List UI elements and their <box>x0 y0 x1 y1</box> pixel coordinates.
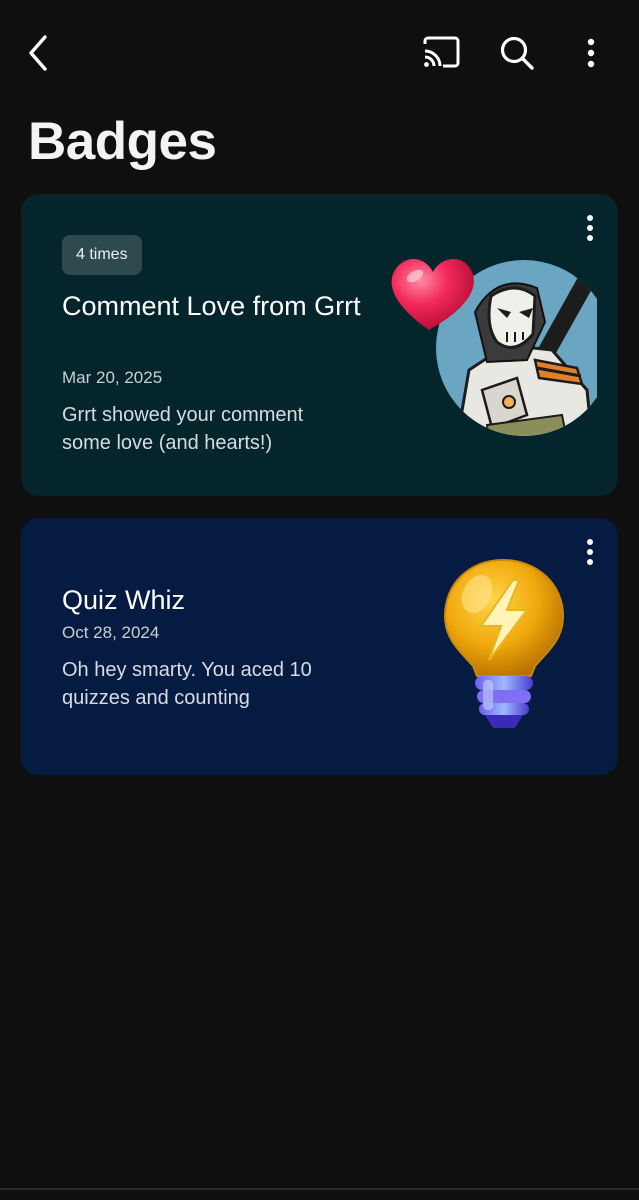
search-icon <box>500 36 534 70</box>
times-count-chip: 4 times <box>62 235 142 275</box>
cast-icon <box>423 36 460 68</box>
badges-screen: Badges 4 times Comment Love from Grrt Ma… <box>0 0 639 1200</box>
top-app-bar <box>0 0 639 106</box>
badge-title: Comment Love from Grrt <box>62 291 361 321</box>
badge-description: Oh hey smarty. You aced 10 quizzes and c… <box>62 659 312 709</box>
badge-card-comment-love[interactable]: 4 times Comment Love from Grrt Mar 20, 2… <box>21 194 618 496</box>
badge-date: Oct 28, 2024 <box>62 623 160 642</box>
page-title: Badges <box>28 112 217 171</box>
lightbulb-bolt-icon <box>443 558 565 728</box>
more-vert-icon <box>587 38 595 68</box>
badge-date: Mar 20, 2025 <box>62 368 163 387</box>
badge-card-quiz-whiz[interactable]: Quiz Whiz Oct 28, 2024 Oh hey smarty. Yo… <box>21 518 618 775</box>
card-menu-button[interactable] <box>570 208 610 248</box>
more-vert-icon <box>587 215 593 241</box>
cast-button[interactable] <box>415 27 467 79</box>
more-vert-icon <box>587 539 593 565</box>
bottom-divider <box>0 1188 639 1190</box>
back-arrow-icon <box>29 35 47 71</box>
heart-avatar-icon <box>391 258 597 436</box>
badge-description: Grrt showed your comment some love (and … <box>62 404 304 454</box>
card-menu-button[interactable] <box>570 532 610 572</box>
badge-title: Quiz Whiz <box>62 585 186 615</box>
search-button[interactable] <box>491 27 543 79</box>
more-options-button[interactable] <box>565 27 617 79</box>
back-button[interactable] <box>14 27 66 79</box>
